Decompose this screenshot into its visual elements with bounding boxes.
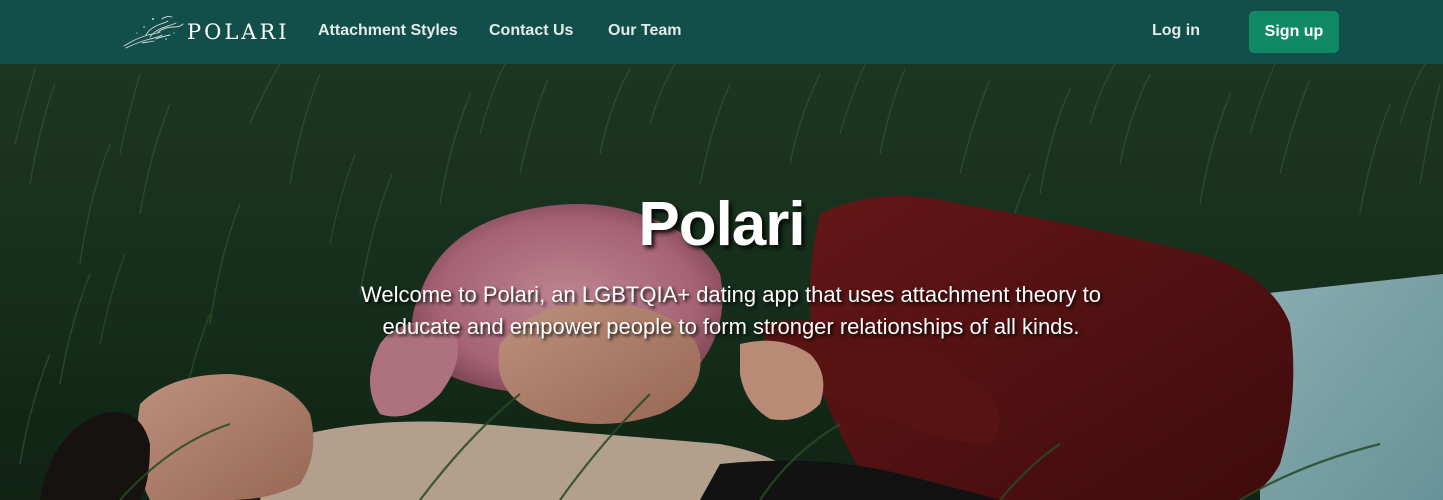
nav-link-contact-us[interactable]: Contact Us [489, 22, 573, 40]
hero-subtitle: Welcome to Polari, an LGBTQIA+ dating ap… [360, 282, 1102, 339]
signup-button[interactable]: Sign up [1249, 11, 1339, 53]
login-link[interactable]: Log in [1152, 22, 1200, 40]
nav-link-our-team[interactable]: Our Team [608, 22, 682, 40]
brand-logo-link[interactable]: POLARI [122, 12, 287, 52]
hero-title: Polari [638, 190, 805, 259]
hands-logo-icon [123, 16, 184, 49]
brand-name: POLARI [187, 20, 290, 44]
top-navbar: POLARI Attachment Styles Contact Us Our … [0, 0, 1443, 64]
nav-link-attachment-styles[interactable]: Attachment Styles [318, 22, 458, 40]
hero-section: Polari Welcome to Polari, an LGBTQIA+ da… [0, 64, 1443, 500]
